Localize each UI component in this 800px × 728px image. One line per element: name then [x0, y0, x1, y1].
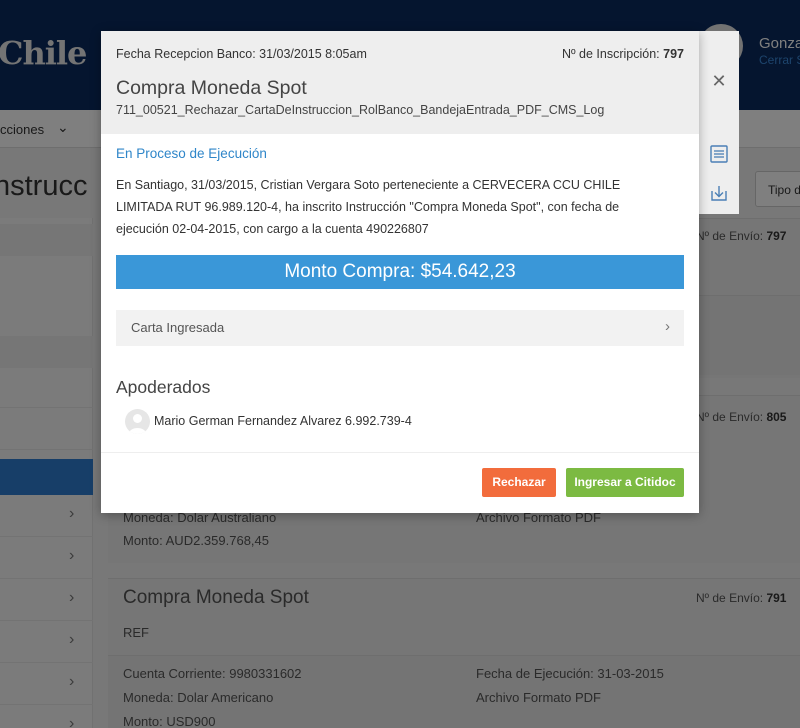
list-icon[interactable] — [709, 144, 729, 164]
fecha-recepcion: Fecha Recepcion Banco: 31/03/2015 8:05am — [116, 47, 367, 61]
reject-button[interactable]: Rechazar — [482, 468, 556, 497]
modal-header: Fecha Recepcion Banco: 31/03/2015 8:05am… — [101, 31, 699, 134]
instruction-detail-modal: Fecha Recepcion Banco: 31/03/2015 8:05am… — [101, 31, 699, 513]
carta-ingresada-row[interactable]: Carta Ingresada › — [116, 310, 684, 346]
download-icon[interactable] — [709, 183, 729, 203]
user-icon — [125, 409, 150, 434]
instruction-description: En Santiago, 31/03/2015, Cristian Vergar… — [116, 178, 621, 236]
modal-actions-panel: ✕ — [699, 31, 739, 214]
chevron-right-icon: › — [665, 318, 670, 335]
ingresar-citidoc-button[interactable]: Ingresar a Citidoc — [566, 468, 684, 497]
close-icon[interactable]: ✕ — [709, 71, 729, 91]
inscripcion-number: Nº de Inscripción: 797 — [561, 47, 684, 61]
footer-divider — [101, 452, 699, 453]
modal-filename: 711_00521_Rechazar_CartaDeInstruccion_Ro… — [116, 103, 605, 117]
apoderados-heading: Apoderados — [116, 377, 211, 397]
carta-ingresada-label: Carta Ingresada — [131, 320, 225, 335]
modal-title: Compra Moneda Spot — [116, 77, 307, 99]
apoderado-name: Mario German Fernandez Alvarez 6.992.739… — [154, 414, 412, 428]
monto-compra-banner: Monto Compra: $54.642,23 — [116, 255, 684, 289]
status-text: En Proceso de Ejecución — [116, 146, 267, 161]
